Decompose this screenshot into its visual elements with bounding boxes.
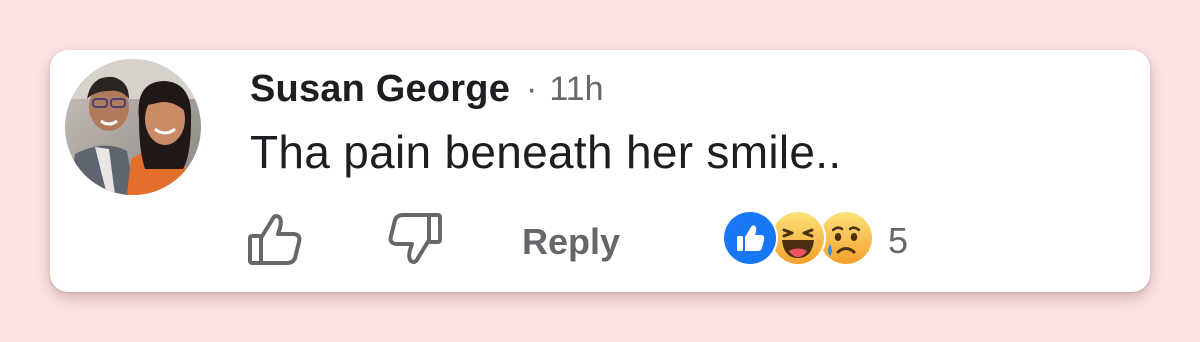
reply-button[interactable]: Reply [522,221,620,263]
thumbs-down-icon [388,213,442,264]
reactions-summary[interactable] [722,208,882,268]
comment-text: Tha pain beneath her smile.. [250,126,842,178]
separator-dot: · [526,69,538,108]
timestamp[interactable]: 11h [549,70,603,109]
avatar[interactable] [65,59,201,195]
like-button[interactable] [244,208,306,275]
avatar-photo-icon [65,59,201,195]
reaction-count[interactable]: 5 [888,220,908,262]
sad-reaction-icon [818,210,874,266]
thumbs-up-icon [248,214,302,265]
comment-header: Susan George · 11h [250,66,604,112]
haha-reaction-icon [770,210,826,266]
dislike-button[interactable] [384,208,446,275]
like-reaction-icon [722,210,778,266]
author-name[interactable]: Susan George [250,68,510,111]
